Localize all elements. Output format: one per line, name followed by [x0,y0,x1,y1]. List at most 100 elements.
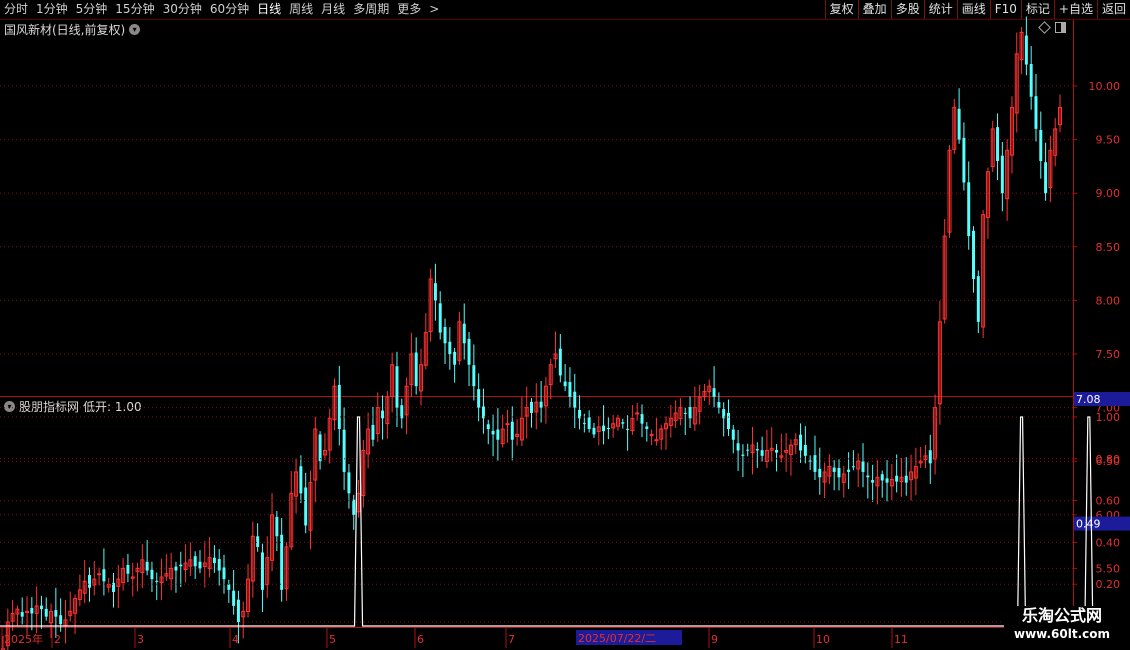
candle-body-down [568,382,572,397]
candle-body-down [496,429,500,440]
candle-body-down [1034,96,1038,129]
candle-body-down [530,401,533,413]
candle-body-down [808,460,812,462]
candle-body-down [818,468,822,478]
candle-body-down [712,388,716,397]
indicator-tick-label: 0.80 [1096,453,1121,466]
candle-body-down [558,348,562,376]
candle-body-down [731,429,735,440]
candle-body-down [486,424,490,430]
price-tick-label: 7.50 [1096,348,1121,361]
candle-body-down [1039,129,1043,162]
candle-body-down [30,608,34,614]
candle-body-down [198,561,202,569]
watermark: 乐淘公式网 www.60lt.com [1004,606,1120,642]
candle-body-down [280,534,284,590]
candle-body-down [967,182,971,237]
candle-body-down [20,612,24,617]
date-label: 5 [329,633,336,646]
date-label: 3 [137,633,144,646]
price-tick-label: 9.00 [1096,187,1121,200]
candle-body-down [741,454,745,456]
candle-body-down [871,480,875,483]
candle-body-down [832,467,836,472]
price-tick-label: 9.50 [1096,134,1121,147]
candle-body-down [256,536,260,547]
candle-body-down [539,401,543,408]
candle-body-down [227,584,231,590]
candle-body-down [212,557,216,564]
candle-body-down [573,391,577,408]
candle-body-down [640,414,644,424]
candle-body-up [97,573,102,576]
candle-body-down [904,475,908,483]
price-tick-label: 5.50 [1096,562,1121,575]
candle-body-down [972,230,976,279]
candle-body-down [760,450,764,456]
current-price-label: 7.08 [1076,393,1101,406]
candle-body-down [155,580,159,582]
candle-body-down [895,475,899,482]
cursor-date-label: 2025/07/22/二 [578,632,656,645]
candle-body-down [304,487,308,526]
candle-body-down [102,569,106,582]
candle-body-down [861,461,865,472]
indicator-tick-label: 0.60 [1096,495,1121,508]
candle-body-down [342,429,346,472]
candle-body-down [44,608,48,617]
candle-body-down [563,381,567,387]
candle-body-down [395,366,399,408]
candle-body-down [746,449,750,451]
candle-body-down [510,421,514,440]
candle-body-down [1024,35,1028,65]
candle-body-down [1000,155,1004,194]
indicator-tick-label: 0.20 [1096,578,1121,591]
candle-body-down [885,478,889,483]
candle-body-down [462,323,466,344]
date-label: 6 [417,633,424,646]
candle-body-down [837,467,841,478]
candle-body-down [755,449,759,451]
candle-body-down [996,127,1000,162]
candle-body-down [236,599,240,622]
candle-body-down [621,422,625,424]
candle-body-down [847,469,851,472]
candle-body-up [649,433,654,436]
candle-body-down [352,499,356,515]
candle-body-down [87,574,91,588]
candle-body-down [717,402,721,408]
candle-body-down [232,590,236,606]
candle-body-down [606,427,610,430]
candle-body-down [472,365,476,387]
candle-body-down [688,407,692,419]
candle-body-down [976,276,980,322]
signal-line [0,416,1094,627]
candle-body-down [54,610,58,617]
candle-body-down [582,422,586,424]
candle-body-down [275,516,279,537]
candle-body-down [337,384,341,430]
candle-body-down [928,450,932,464]
candle-body-down [260,552,264,590]
candle-body-down [962,137,966,183]
candle-body-down [880,474,884,481]
chart-canvas[interactable]: 5.005.506.006.507.007.508.008.509.009.50… [0,0,1130,650]
date-label: 2 [54,633,61,646]
candle-body-down [587,417,591,430]
price-tick-label: 8.50 [1096,241,1121,254]
candle-body-down [477,389,481,408]
date-label: 2025年 [4,632,43,646]
candle-body-down [443,326,447,344]
candle-body-down [866,475,870,478]
candle-body-down [851,466,855,468]
date-label: 10 [816,633,830,646]
candle-body-down [467,338,471,365]
current-indicator-label: 0.49 [1076,518,1101,531]
date-label: 11 [894,633,908,646]
candle-body-down [626,428,630,430]
candle-body-down [799,434,803,451]
candle-body-down [453,351,457,365]
candle-body-down [813,455,817,472]
candle-body-down [318,434,322,462]
candle-body-down [491,430,495,435]
